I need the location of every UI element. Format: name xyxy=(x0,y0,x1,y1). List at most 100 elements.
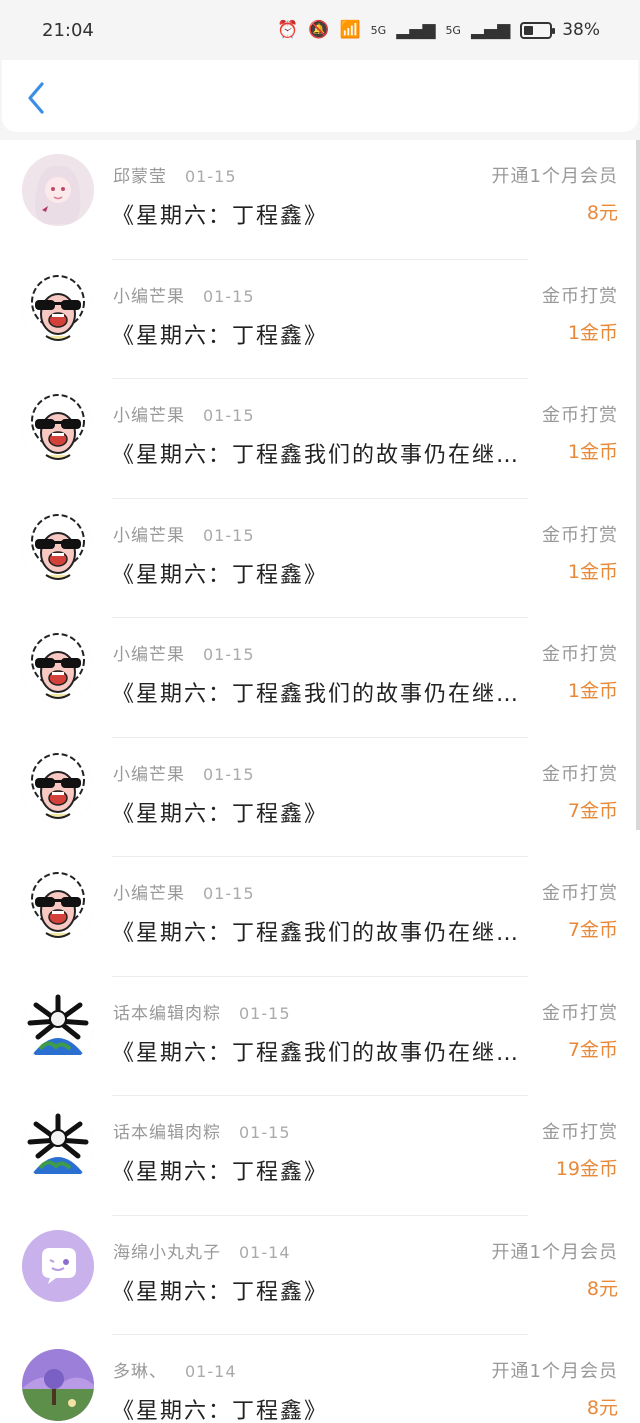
name-line: 小编芒果 01-15 xyxy=(113,521,255,546)
avatar[interactable] xyxy=(22,871,94,943)
date-label: 01-15 xyxy=(203,286,255,306)
avatar[interactable] xyxy=(22,632,94,704)
alarm-icon: ⏰ xyxy=(277,20,299,40)
transaction-amount: 7金币 xyxy=(567,799,618,822)
transaction-type: 金币打赏 xyxy=(542,524,618,546)
date-label: 01-15 xyxy=(239,1003,291,1023)
user-name: 多琳、 xyxy=(113,1362,167,1382)
list-item[interactable]: 小编芒果 01-15 《星期六：丁程鑫我们的故事仍在继… 金币打赏 1金币 xyxy=(0,379,640,499)
date-label: 01-14 xyxy=(185,1362,237,1381)
name-line: 小编芒果 01-15 xyxy=(113,879,255,904)
transaction-type: 金币打赏 xyxy=(542,883,618,904)
work-title: 《星期六：丁程鑫》 xyxy=(112,323,329,349)
status-bar: 21:04 ⏰ 🔕 📶 5G ▂▄▆ 5G ▂▄▆ 38% xyxy=(0,0,640,60)
work-title: 《星期六：丁程鑫》 xyxy=(112,1160,329,1185)
name-line: 话本编辑肉粽 01-15 xyxy=(113,1118,291,1143)
list-item[interactable]: 小编芒果 01-15 《星期六：丁程鑫》 金币打赏 1金币 xyxy=(0,260,640,380)
transaction-type: 金币打赏 xyxy=(542,644,618,665)
user-name: 小编芒果 xyxy=(113,286,185,307)
avatar[interactable] xyxy=(22,1110,94,1182)
transaction-amount: 7金币 xyxy=(567,919,618,941)
transaction-type: 开通1个月会员 xyxy=(491,1361,618,1382)
avatar[interactable] xyxy=(22,1229,94,1302)
work-title: 《星期六：丁程鑫我们的故事仍在继… xyxy=(112,443,521,468)
list-item[interactable]: 小编芒果 01-15 《星期六：丁程鑫我们的故事仍在继… 金币打赏 7金币 xyxy=(0,857,640,977)
user-name: 邱蒙莹 xyxy=(113,167,167,187)
scrollbar[interactable] xyxy=(636,140,640,830)
name-line: 话本编辑肉粽 01-15 xyxy=(113,999,291,1024)
work-title: 《星期六：丁程鑫我们的故事仍在继… xyxy=(112,682,521,707)
list-item[interactable]: 邱蒙莹 01-15 《星期六：丁程鑫》 开通1个月会员 8元 xyxy=(0,140,640,260)
user-name: 话本编辑肉粽 xyxy=(113,1123,221,1143)
transaction-type: 金币打赏 xyxy=(542,763,618,785)
user-name: 小编芒果 xyxy=(113,525,185,546)
user-name: 小编芒果 xyxy=(113,764,185,785)
transaction-amount: 1金币 xyxy=(567,680,618,702)
transaction-amount: 8元 xyxy=(586,1277,618,1300)
avatar[interactable] xyxy=(22,990,94,1063)
battery-icon xyxy=(520,21,556,39)
list-item[interactable]: 小编芒果 01-15 《星期六：丁程鑫》 金币打赏 7金币 xyxy=(0,738,640,858)
transaction-amount: 1金币 xyxy=(567,560,618,583)
work-title: 《星期六：丁程鑫我们的故事仍在继… xyxy=(112,921,521,946)
transaction-amount: 8元 xyxy=(586,1397,618,1419)
status-time: 21:04 xyxy=(42,19,94,41)
transaction-amount: 8元 xyxy=(586,202,618,224)
list-item[interactable]: 话本编辑肉粽 01-15 《星期六：丁程鑫》 金币打赏 19金币 xyxy=(0,1096,640,1216)
name-line: 小编芒果 01-15 xyxy=(113,640,255,665)
status-icons: ⏰ 🔕 📶 5G ▂▄▆ 5G ▂▄▆ 38% xyxy=(277,20,600,40)
list-item[interactable]: 小编芒果 01-15 《星期六：丁程鑫我们的故事仍在继… 金币打赏 1金币 xyxy=(0,618,640,738)
user-name: 小编芒果 xyxy=(113,406,185,426)
network-label-2: 5G xyxy=(445,23,461,37)
mute-icon: 🔕 xyxy=(308,20,330,40)
chevron-left-icon xyxy=(28,82,44,114)
transaction-type: 金币打赏 xyxy=(542,405,618,426)
date-label: 01-15 xyxy=(203,406,255,425)
avatar[interactable] xyxy=(22,273,94,346)
name-line: 多琳、 01-14 xyxy=(113,1357,237,1382)
user-name: 海绵小丸丸子 xyxy=(113,1242,221,1263)
user-name: 小编芒果 xyxy=(113,645,185,665)
transaction-amount: 1金币 xyxy=(567,441,618,463)
header-bar xyxy=(2,60,638,132)
network-label-1: 5G xyxy=(370,23,387,37)
name-line: 小编芒果 01-15 xyxy=(113,760,255,785)
date-label: 01-15 xyxy=(203,884,255,903)
avatar[interactable] xyxy=(22,512,94,585)
list-item[interactable]: 小编芒果 01-15 《星期六：丁程鑫》 金币打赏 1金币 xyxy=(0,499,640,619)
work-title: 《星期六：丁程鑫》 xyxy=(112,1399,329,1423)
avatar[interactable] xyxy=(22,751,94,824)
work-title: 《星期六：丁程鑫我们的故事仍在继… xyxy=(112,1040,521,1066)
list-item[interactable]: 多琳、 01-14 《星期六：丁程鑫》 开通1个月会员 8元 xyxy=(0,1335,640,1423)
avatar[interactable] xyxy=(22,1349,94,1421)
list-item[interactable]: 海绵小丸丸子 01-14 《星期六：丁程鑫》 开通1个月会员 8元 xyxy=(0,1216,640,1336)
date-label: 01-15 xyxy=(203,764,255,784)
signal-icon-2: ▂▄▆ xyxy=(470,20,511,40)
transaction-type: 金币打赏 xyxy=(542,1122,618,1143)
user-name: 小编芒果 xyxy=(113,884,185,904)
date-label: 01-15 xyxy=(239,1123,291,1142)
transaction-amount: 19金币 xyxy=(555,1158,618,1180)
name-line: 邱蒙莹 01-15 xyxy=(113,162,237,187)
transaction-type: 开通1个月会员 xyxy=(491,166,618,187)
work-title: 《星期六：丁程鑫》 xyxy=(112,801,329,827)
date-label: 01-15 xyxy=(185,167,237,186)
transaction-amount: 1金币 xyxy=(567,321,618,344)
transaction-type: 金币打赏 xyxy=(542,1002,618,1024)
transaction-type: 开通1个月会员 xyxy=(491,1241,618,1263)
back-button[interactable] xyxy=(22,76,54,116)
name-line: 海绵小丸丸子 01-14 xyxy=(113,1238,291,1263)
transaction-amount: 7金币 xyxy=(567,1038,618,1061)
date-label: 01-14 xyxy=(239,1242,291,1262)
avatar[interactable] xyxy=(22,154,94,226)
name-line: 小编芒果 01-15 xyxy=(113,401,255,426)
transaction-list: 邱蒙莹 01-15 《星期六：丁程鑫》 开通1个月会员 8元 小编芒果 01-15 《星期六：… xyxy=(0,140,640,1423)
transaction-type: 金币打赏 xyxy=(542,285,618,307)
work-title: 《星期六：丁程鑫》 xyxy=(112,204,329,229)
work-title: 《星期六：丁程鑫》 xyxy=(112,1279,329,1305)
name-line: 小编芒果 01-15 xyxy=(113,282,255,307)
avatar[interactable] xyxy=(22,393,94,465)
date-label: 01-15 xyxy=(203,645,255,664)
list-item[interactable]: 话本编辑肉粽 01-15 《星期六：丁程鑫我们的故事仍在继… 金币打赏 7金币 xyxy=(0,977,640,1097)
signal-icon-1: ▂▄▆ xyxy=(396,20,436,40)
